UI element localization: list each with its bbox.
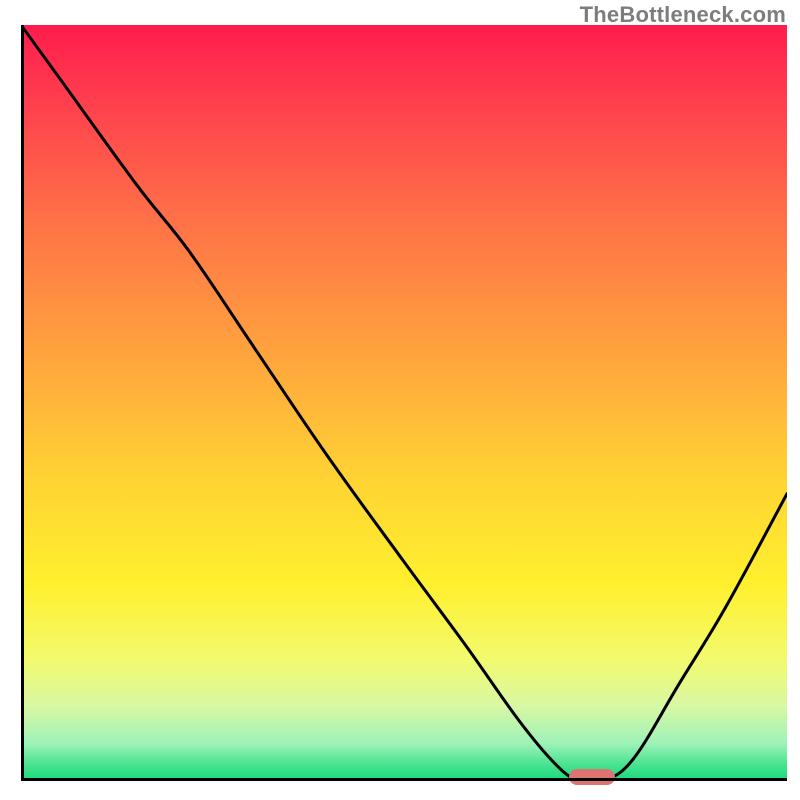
optimal-marker (569, 769, 615, 785)
watermark-text: TheBottleneck.com (580, 2, 786, 28)
plot-area (21, 25, 787, 781)
chart-container: TheBottleneck.com (0, 0, 800, 800)
bottleneck-curve (21, 25, 787, 781)
